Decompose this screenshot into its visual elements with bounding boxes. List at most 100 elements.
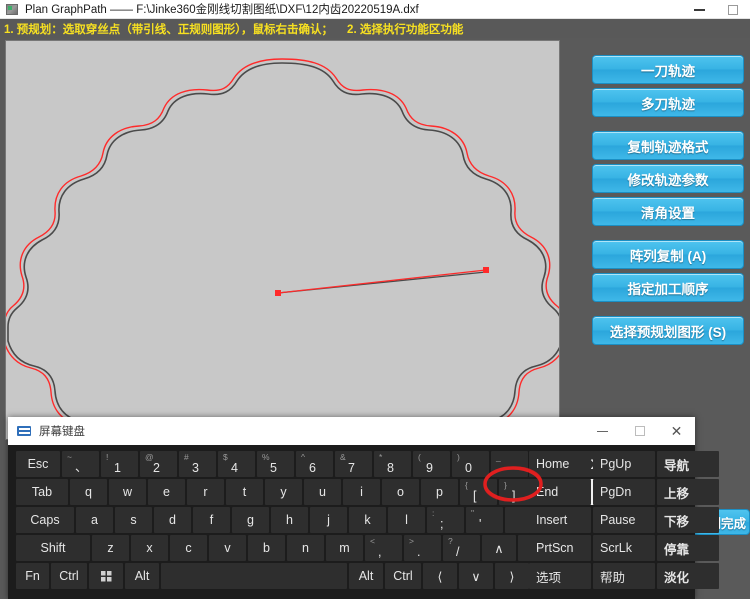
title-bar: Plan GraphPath —— F:\Jinke360金刚线切割图纸\DXF… [0, 0, 750, 19]
key-5[interactable]: % 5 [257, 451, 294, 477]
nav-key-3-4[interactable]: 停靠 [657, 535, 719, 561]
key-l[interactable]: l [388, 507, 425, 533]
key-i[interactable]: i [343, 479, 380, 505]
multi-cut-path-button[interactable]: 多刀轨迹 [592, 88, 744, 117]
nav-key-2-4[interactable]: ScrLk [593, 535, 655, 561]
key-u[interactable]: u [304, 479, 341, 505]
nav-key-2-2[interactable]: PgDn [593, 479, 655, 505]
nav-key-1-1[interactable]: Home [529, 451, 591, 477]
key-f[interactable]: f [193, 507, 230, 533]
nav-key-2-5[interactable]: 帮助 [593, 563, 655, 589]
key-1[interactable]: ! 1 [101, 451, 138, 477]
nav-key-2-1[interactable]: PgUp [593, 451, 655, 477]
key-arrow-down[interactable]: ∨ [459, 563, 493, 589]
copy-path-format-button[interactable]: 复制轨迹格式 [592, 131, 744, 160]
key-label: ; [440, 517, 444, 531]
drawing-canvas[interactable] [5, 40, 560, 440]
key-8[interactable]: * 8 [374, 451, 411, 477]
key-shift-left[interactable]: Shift [16, 535, 90, 561]
key-alt-right[interactable]: Alt [349, 563, 383, 589]
key-4[interactable]: $4 [218, 451, 255, 477]
key-space[interactable] [161, 563, 347, 589]
pierce-point-marker[interactable] [275, 290, 281, 296]
corner-clear-settings-button[interactable]: 清角设置 [592, 197, 744, 226]
minimize-button[interactable] [682, 0, 716, 19]
key-arrow-right[interactable]: ⟩ [495, 563, 529, 589]
single-cut-path-button[interactable]: 一刀轨迹 [592, 55, 744, 84]
key-shift-label: # [184, 452, 189, 462]
key-backquote[interactable]: ~、 [62, 451, 99, 477]
key-a[interactable]: a [76, 507, 113, 533]
key-v[interactable]: v [209, 535, 246, 561]
toolbar-divider-3 [592, 306, 744, 316]
select-preplan-shape-button[interactable]: 选择预规划图形 (S) [592, 316, 744, 345]
key-bracket-left[interactable]: {[ [460, 479, 497, 505]
nav-key-3-1[interactable]: 导航 [657, 451, 719, 477]
key-w[interactable]: w [109, 479, 146, 505]
key-quote[interactable]: " ' [466, 507, 503, 533]
key-label: ' [479, 517, 482, 531]
key-label: ⟨ [437, 569, 443, 584]
nav-key-1-3[interactable]: Insert [529, 507, 591, 533]
nav-key-3-3[interactable]: 下移 [657, 507, 719, 533]
nav-key-2-3[interactable]: Pause [593, 507, 655, 533]
key-arrow-up[interactable]: ∧ [482, 535, 516, 561]
key-3[interactable]: #3 [179, 451, 216, 477]
nav-key-1-4[interactable]: PrtScn [529, 535, 591, 561]
key-g[interactable]: g [232, 507, 269, 533]
key-period[interactable]: >. [404, 535, 441, 561]
key-z[interactable]: z [92, 535, 129, 561]
key-t[interactable]: t [226, 479, 263, 505]
key-j[interactable]: j [310, 507, 347, 533]
key-6[interactable]: ^ 6 [296, 451, 333, 477]
osk-maximize-button[interactable] [621, 417, 658, 445]
key-y[interactable]: y [265, 479, 302, 505]
key-esc[interactable]: Esc [16, 451, 60, 477]
key-0[interactable]: ) 0 [452, 451, 489, 477]
path-entry-marker[interactable] [483, 267, 489, 273]
key-slash[interactable]: ? / [443, 535, 480, 561]
nav-key-1-5[interactable]: 选项 [529, 563, 591, 589]
key-e[interactable]: e [148, 479, 185, 505]
key-x[interactable]: x [131, 535, 168, 561]
nav-key-1-2[interactable]: End [529, 479, 591, 505]
key-2[interactable]: @2 [140, 451, 177, 477]
key-fn[interactable]: Fn [16, 563, 49, 589]
key-q[interactable]: q [70, 479, 107, 505]
nav-key-3-5[interactable]: 淡化 [657, 563, 719, 589]
key-shift-label: ) [457, 452, 460, 462]
key-minus[interactable]: _ - [491, 451, 528, 477]
key-b[interactable]: b [248, 535, 285, 561]
key-capslock[interactable]: Caps [16, 507, 74, 533]
key-p[interactable]: p [421, 479, 458, 505]
key-shift-label: ~ [67, 452, 72, 462]
key-9[interactable]: (9 [413, 451, 450, 477]
key-tab[interactable]: Tab [16, 479, 68, 505]
key-d[interactable]: d [154, 507, 191, 533]
nav-key-3-2[interactable]: 上移 [657, 479, 719, 505]
application-window: Plan GraphPath —— F:\Jinke360金刚线切割图纸\DXF… [0, 0, 750, 599]
osk-close-button[interactable]: ✕ [658, 417, 695, 445]
key-windows[interactable] [89, 563, 123, 589]
key-s[interactable]: s [115, 507, 152, 533]
edit-path-params-button[interactable]: 修改轨迹参数 [592, 164, 744, 193]
key-ctrl-left[interactable]: Ctrl [51, 563, 87, 589]
set-machining-order-button[interactable]: 指定加工顺序 [592, 273, 744, 302]
key-m[interactable]: m [326, 535, 363, 561]
key-comma[interactable]: <, [365, 535, 402, 561]
key-arrow-left[interactable]: ⟨ [423, 563, 457, 589]
key-k[interactable]: k [349, 507, 386, 533]
key-semicolon[interactable]: :; [427, 507, 464, 533]
minimize-icon [597, 430, 608, 432]
key-r[interactable]: r [187, 479, 224, 505]
array-copy-button[interactable]: 阵列复制 (A) [592, 240, 744, 269]
key-h[interactable]: h [271, 507, 308, 533]
key-n[interactable]: n [287, 535, 324, 561]
key-7[interactable]: & 7 [335, 451, 372, 477]
key-c[interactable]: c [170, 535, 207, 561]
maximize-button[interactable] [716, 0, 750, 19]
key-alt-left[interactable]: Alt [125, 563, 159, 589]
key-o[interactable]: o [382, 479, 419, 505]
osk-minimize-button[interactable] [584, 417, 621, 445]
key-ctrl-right[interactable]: Ctrl [385, 563, 421, 589]
